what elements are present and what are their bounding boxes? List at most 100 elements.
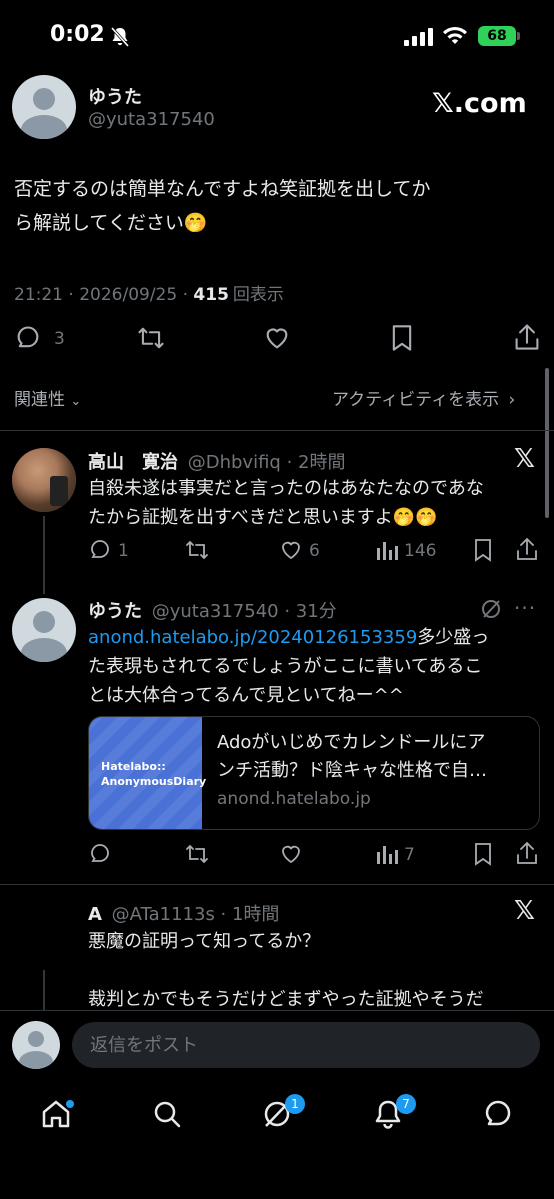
nav-notifications[interactable]: 7: [372, 1094, 416, 1134]
reply1-text: 自殺未遂は事実だと言ったのはあなたなのであな たから証拠を出すべきだと思いますよ…: [88, 474, 538, 532]
heart-icon: [266, 328, 288, 349]
status-time: 0:02: [50, 22, 105, 47]
card-image-line2: AnonymousDiary: [101, 775, 207, 788]
grok-icon[interactable]: [480, 598, 502, 620]
reply2-bookmark-button[interactable]: [472, 842, 494, 870]
thread-line: [43, 516, 45, 594]
share-icon: [517, 537, 537, 560]
reply3-text: 悪魔の証明って知ってるか？ 裁判とかでもそうだけどまずやった証拠やそうだ: [88, 927, 544, 1014]
reply1-text-line2: たから証拠を出すべきだと思いますよ🤭🤭: [88, 507, 438, 528]
share-button[interactable]: [514, 322, 540, 356]
views-count: 415: [193, 285, 229, 305]
reply2-handle[interactable]: @yuta317540 · 31分: [152, 601, 337, 622]
reply2-reply-button[interactable]: [88, 842, 112, 870]
bookmark-icon: [475, 843, 491, 866]
more-options-icon[interactable]: ···: [514, 596, 536, 620]
reply3-text-line1: 悪魔の証明って知ってるか？: [88, 931, 321, 952]
reply1-reply-button[interactable]: [88, 538, 112, 566]
views-label: 回表示: [232, 285, 284, 305]
reply2-text-line2: た表現もされてるでしょうがここに書いてあるこ: [88, 656, 483, 677]
reply2-like-button[interactable]: [278, 842, 304, 870]
reply2-display-name[interactable]: ゆうた: [88, 601, 142, 622]
repost-icon: [138, 327, 164, 349]
tweet-timestamp[interactable]: 21:21 · 2026/09/25 ·: [14, 285, 193, 305]
reply2-repost-button[interactable]: [184, 842, 210, 870]
link-preview-card[interactable]: Hatelabo:: AnonymousDiary Adoがいじめでカレンドール…: [88, 716, 540, 830]
nav-home[interactable]: [40, 1098, 74, 1134]
nav-search[interactable]: [151, 1098, 183, 1134]
reply3-display-name[interactable]: A: [88, 904, 102, 925]
reply1-like-count: 6: [309, 541, 320, 561]
reply1-like-button[interactable]: [278, 538, 304, 566]
author-display-name[interactable]: ゆうた: [88, 83, 142, 109]
reply2-share-button[interactable]: [516, 840, 538, 870]
heart-icon: [282, 845, 300, 864]
divider: [0, 430, 554, 431]
repost-button[interactable]: [136, 324, 166, 356]
card-title-line1: Adoがいじめでカレンドールにア: [217, 732, 486, 753]
reply1-display-name[interactable]: 高山 寛治: [88, 452, 178, 473]
reply1-header: 高山 寛治 @Dhbvifiq · 2時間: [88, 448, 345, 474]
nav-grok[interactable]: 1: [261, 1094, 305, 1134]
battery-tip: [517, 32, 520, 40]
reply2-text-line1-rest: 多少盛っ: [417, 627, 490, 648]
link-preview-image: Hatelabo:: AnonymousDiary: [89, 717, 206, 829]
reply-input[interactable]: [72, 1022, 540, 1068]
reply3-header: A @ATa1113s · 1時間: [88, 900, 279, 926]
wifi-icon: [443, 26, 467, 44]
reply-input-container[interactable]: [72, 1022, 540, 1068]
reply-button[interactable]: [14, 324, 42, 356]
battery-indicator: 68: [478, 26, 516, 46]
author-avatar[interactable]: [12, 75, 76, 139]
reply1-repost-button[interactable]: [184, 538, 210, 566]
share-icon: [517, 841, 537, 864]
analytics-icon: [377, 542, 398, 560]
reply2-text-line3: とは大体合ってるんで見といてねー^^: [88, 685, 404, 706]
analytics-icon: [377, 846, 398, 864]
chat-icon: [485, 1100, 511, 1126]
cellular-signal-icon: [404, 28, 433, 46]
chevron-down-icon: ⌄: [70, 394, 82, 409]
reply2-link[interactable]: anond.hatelabo.jp/20240126153359: [88, 627, 417, 648]
divider: [0, 1010, 554, 1011]
x-com-logo[interactable]: 𝕏.com: [432, 88, 527, 119]
card-title-line2: ンチ活動？ド陰キャな性格で自…: [217, 760, 487, 781]
bookmark-icon: [475, 539, 491, 562]
reply-icon: [17, 326, 39, 348]
heart-icon: [282, 541, 300, 560]
home-dot-indicator: [66, 1100, 74, 1108]
repost-icon: [186, 540, 208, 560]
x-logo-icon[interactable]: 𝕏: [514, 444, 535, 474]
reply1-views-button[interactable]: [376, 540, 398, 564]
reply2-header: ゆうた @yuta317540 · 31分: [88, 597, 337, 623]
scrollbar[interactable]: [545, 368, 549, 518]
status-bar: 0:02 68: [0, 0, 554, 72]
card-image-line1: Hatelabo::: [101, 760, 166, 773]
repost-icon: [186, 844, 208, 864]
tweet-text: 否定するのは簡単なんですよね笑証拠を出してか ら解説してください🤭: [14, 172, 544, 240]
reply3-handle[interactable]: @ATa1113s · 1時間: [112, 904, 280, 925]
grok-badge: 1: [285, 1094, 305, 1114]
bookmark-icon: [392, 325, 412, 351]
activity-link[interactable]: アクティビティを表示 ›: [332, 385, 515, 410]
reply2-views-button[interactable]: [376, 844, 398, 868]
reply-icon: [91, 540, 109, 558]
reply1-text-line1: 自殺未遂は事実だと言ったのはあなたなのであな: [88, 478, 484, 499]
reply2-text: anond.hatelabo.jp/20240126153359多少盛っ た表現…: [88, 623, 544, 710]
card-title: Adoがいじめでカレンドールにア ンチ活動？ド陰キャな性格で自…: [217, 729, 533, 785]
reply1-share-button[interactable]: [516, 536, 538, 566]
author-handle[interactable]: @yuta317540: [88, 109, 215, 130]
reply1-bookmark-button[interactable]: [472, 538, 494, 566]
composer-avatar[interactable]: [12, 1021, 60, 1069]
x-logo-icon[interactable]: 𝕏: [514, 896, 535, 926]
nav-messages[interactable]: [482, 1098, 514, 1134]
divider: [0, 884, 554, 885]
reply1-handle[interactable]: @Dhbvifiq · 2時間: [188, 452, 346, 473]
like-button[interactable]: [262, 324, 292, 356]
reply1-avatar[interactable]: [12, 448, 76, 512]
thread-line: [43, 970, 45, 1010]
bookmark-button[interactable]: [389, 324, 415, 356]
reply2-avatar[interactable]: [12, 598, 76, 662]
sort-dropdown[interactable]: 関連性 ⌄: [14, 385, 81, 410]
reply-count: 3: [54, 329, 65, 349]
